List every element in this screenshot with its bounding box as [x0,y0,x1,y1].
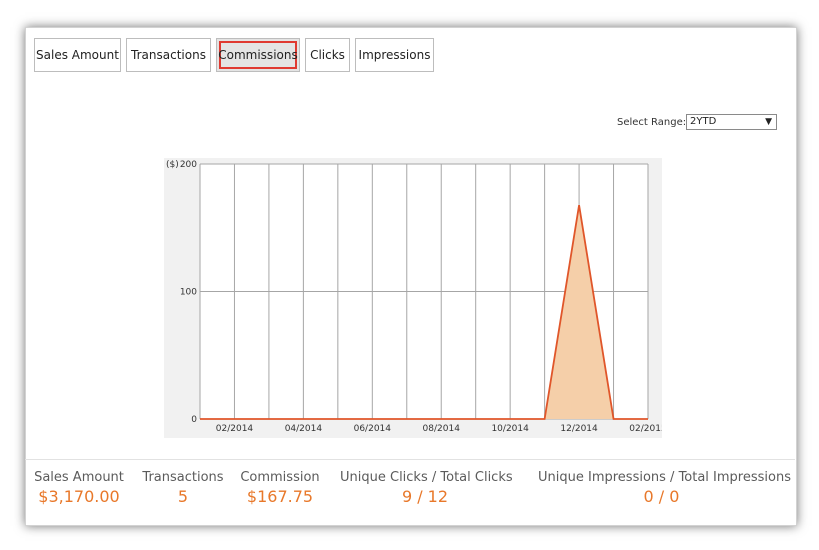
select-range-label: Select Range: [617,117,687,128]
y-tick-label: 200 [180,160,197,170]
tab-clicks[interactable]: Clicks [305,38,350,72]
stat-label: Commission [240,470,320,485]
stat-sales-amount: Sales Amount $3,170.00 [30,470,128,506]
stat-value: 9 / 12 [401,487,449,506]
stats-divider [25,459,795,460]
commissions-chart: 0 100 200 ($) 02/2014 04/2014 06/2014 08/2014 10… [164,158,662,438]
x-tick-label: 04/2014 [285,424,323,434]
tab-label: Transactions [131,48,206,62]
tab-impressions[interactable]: Impressions [355,38,434,72]
y-tick-label: 0 [191,415,197,425]
tab-sales-amount[interactable]: Sales Amount [34,38,121,72]
x-tick-label: 12/2014 [560,424,598,434]
stat-label: Unique Clicks / Total Clicks [340,470,513,485]
stat-label: Sales Amount [34,470,124,485]
y-tick-label: 100 [180,288,197,298]
stat-value: 0 / 0 [643,487,680,506]
dropdown-arrow-icon[interactable]: ▼ [765,115,772,129]
stat-impressions: Unique Impressions / Total Impressions 0… [538,470,791,506]
y-axis-unit-label: ($) [166,160,179,170]
x-tick-label: 10/2014 [491,424,529,434]
tab-transactions[interactable]: Transactions [126,38,211,72]
tab-label: Clicks [310,48,345,62]
chart-svg: 0 100 200($) 02/2014 04/2014 06/2014 08/2014 10… [164,158,662,438]
x-tick-label: 02/2015 [629,424,662,434]
stat-label: Transactions [142,470,224,485]
stat-value: 5 [177,487,189,506]
tab-label: Commissions [218,48,298,62]
x-tick-label: 02/2014 [216,424,254,434]
stat-clicks: Unique Clicks / Total Clicks 9 / 12 [340,470,513,506]
stat-label: Unique Impressions / Total Impressions [538,470,791,485]
range-select[interactable]: 2YTD ▼ [686,114,777,130]
x-tick-label: 08/2014 [423,424,461,434]
range-select-value: 2YTD [690,116,717,127]
x-tick-label: 06/2014 [354,424,392,434]
stat-transactions: Transactions 5 [136,470,230,506]
tab-commissions[interactable]: Commissions [216,38,300,72]
stat-commission: Commission $167.75 [235,470,325,506]
tab-label: Impressions [358,48,431,62]
stat-value: $167.75 [246,487,314,506]
stat-value: $3,170.00 [38,487,120,506]
tab-label: Sales Amount [36,48,119,62]
